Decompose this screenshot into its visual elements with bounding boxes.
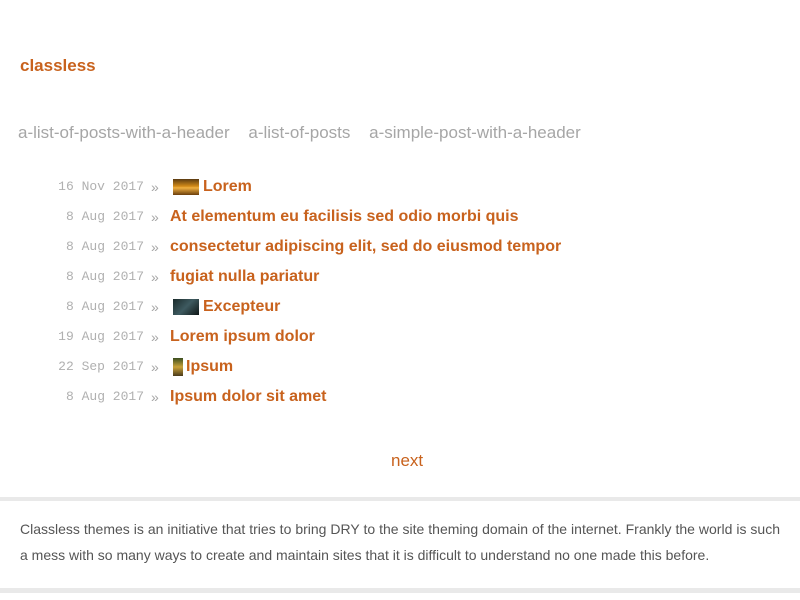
post-title-link[interactable]: Lorem [170,172,252,202]
post-date: 8 Aug 2017 [65,209,144,224]
post-list: 16 Nov 2017 » Lorem 8 Aug 2017 » At elem… [0,172,800,412]
post-list-item: 8 Aug 2017 » Excepteur [0,292,800,322]
post-date: 8 Aug 2017 [65,239,144,254]
post-separator: » [151,359,159,375]
post-separator: » [151,269,159,285]
post-title: Lorem ipsum dolor [170,328,315,345]
post-thumbnail-image [173,358,183,376]
post-title-link[interactable]: At elementum eu facilisis sed odio morbi… [170,202,519,232]
nav-item-list-of-posts[interactable]: a-list-of-posts [248,123,350,142]
post-title: fugiat nulla pariatur [170,268,320,285]
nav-item-list-with-header[interactable]: a-list-of-posts-with-a-header [18,123,230,142]
post-list-item: 8 Aug 2017 » Ipsum dolor sit amet [0,382,800,412]
post-date: 19 Aug 2017 [58,329,144,344]
post-list-item: 8 Aug 2017 » At elementum eu facilisis s… [0,202,800,232]
next-page-link[interactable]: next [391,451,423,471]
post-list-item: 19 Aug 2017 » Lorem ipsum dolor [0,322,800,352]
post-title: Lorem [203,178,252,195]
post-list-item: 8 Aug 2017 » consectetur adipiscing elit… [0,232,800,262]
post-separator: » [151,329,159,345]
post-title-link[interactable]: consectetur adipiscing elit, sed do eius… [170,232,561,262]
post-title: Ipsum dolor sit amet [170,388,327,405]
post-title-link[interactable]: Excepteur [170,292,280,322]
footer-bottom-divider [0,588,800,593]
post-title-link[interactable]: Ipsum [170,352,233,382]
post-list-item: 22 Sep 2017 » Ipsum [0,352,800,382]
post-thumbnail-image [173,179,199,195]
post-list-item: 16 Nov 2017 » Lorem [0,172,800,202]
nav-item-simple-post[interactable]: a-simple-post-with-a-header [369,123,581,142]
post-date: 22 Sep 2017 [58,359,144,374]
post-title-link[interactable]: Ipsum dolor sit amet [170,382,326,412]
post-title: At elementum eu facilisis sed odio morbi… [170,208,519,225]
post-separator: » [151,179,159,195]
main-nav: a-list-of-posts-with-a-header a-list-of-… [18,123,595,143]
footer-description: Classless themes is an initiative that t… [20,521,780,563]
post-date: 8 Aug 2017 [65,299,144,314]
post-title-link[interactable]: Lorem ipsum dolor [170,322,315,352]
post-title-link[interactable]: fugiat nulla pariatur [170,262,319,292]
footer-divider [0,497,800,501]
post-title: Ipsum [186,358,234,375]
post-thumbnail-image [173,299,199,315]
post-title: Excepteur [203,298,281,315]
post-date: 16 Nov 2017 [58,179,144,194]
post-separator: » [151,209,159,225]
site-title-link[interactable]: classless [20,56,96,76]
post-separator: » [151,389,159,405]
post-date: 8 Aug 2017 [65,269,144,284]
post-title: consectetur adipiscing elit, sed do eius… [170,238,562,255]
post-separator: » [151,299,159,315]
post-list-item: 8 Aug 2017 » fugiat nulla pariatur [0,262,800,292]
post-separator: » [151,239,159,255]
post-date: 8 Aug 2017 [65,389,144,404]
